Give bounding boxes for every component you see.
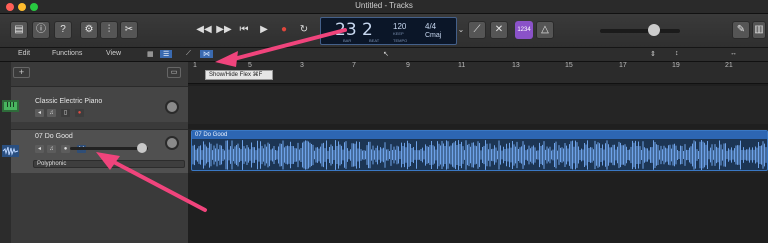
arrow-head-top: [215, 51, 238, 67]
annotation-arrows: [96, 28, 347, 212]
arrow-head-bottom: [96, 152, 120, 170]
arrow-line-bottom: [108, 158, 207, 212]
arrow-line-top: [228, 28, 347, 62]
